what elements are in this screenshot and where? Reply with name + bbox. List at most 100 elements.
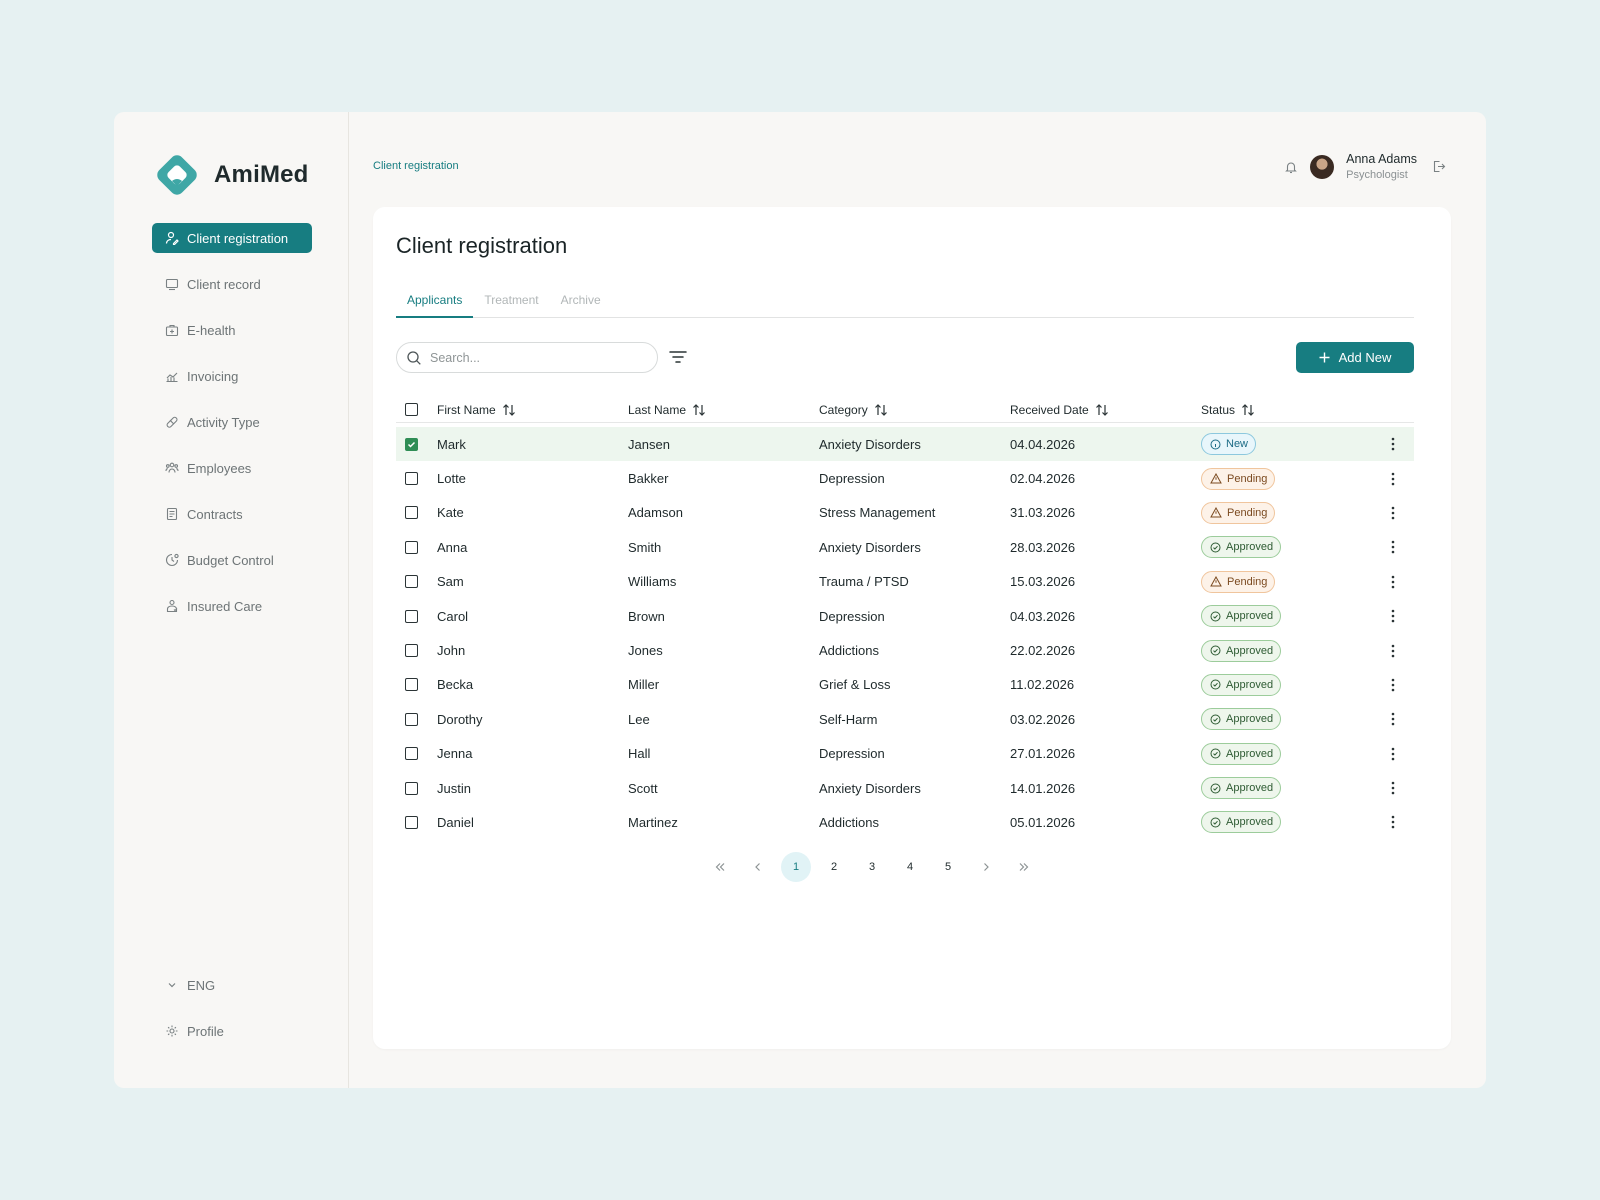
row-checkbox[interactable] <box>405 712 418 726</box>
sidebar-item-client-record[interactable]: Client record <box>152 269 312 299</box>
bell-icon[interactable] <box>1284 160 1298 174</box>
row-menu-button[interactable] <box>1372 506 1414 520</box>
table-row[interactable]: Sam Williams Trauma / PTSD 15.03.2026 Pendin… <box>396 565 1414 599</box>
row-menu-button[interactable] <box>1372 678 1414 692</box>
row-menu-button[interactable] <box>1372 540 1414 554</box>
last-page-button[interactable] <box>1009 852 1039 882</box>
page-button-1[interactable]: 1 <box>781 852 811 882</box>
sidebar-item-client-registration[interactable]: Client registration <box>152 223 312 253</box>
filter-button[interactable] <box>668 348 688 366</box>
column-header-first-name[interactable]: First Name <box>437 403 628 417</box>
row-checkbox[interactable] <box>405 540 418 554</box>
row-menu-button[interactable] <box>1372 815 1414 829</box>
more-vertical-icon <box>1391 541 1395 554</box>
sort-icon[interactable] <box>1095 403 1109 416</box>
page-button-5[interactable]: 5 <box>933 852 963 882</box>
warning-icon <box>1210 576 1222 587</box>
table-header: First Name Last Name Category Received D… <box>396 397 1414 423</box>
page-button-2[interactable]: 2 <box>819 852 849 882</box>
select-all-checkbox[interactable] <box>405 403 418 416</box>
table-row[interactable]: Anna Smith Anxiety Disorders 28.03.2026 Appr… <box>396 530 1414 564</box>
sidebar-bottom: ENG Profile <box>152 970 312 1062</box>
language-selector[interactable]: ENG <box>152 970 312 1000</box>
table-row[interactable]: Justin Scott Anxiety Disorders 14.01.2026 Ap… <box>396 771 1414 805</box>
received-date-cell: 27.01.2026 <box>1010 746 1076 762</box>
search-box <box>396 342 658 373</box>
row-checkbox[interactable] <box>405 781 418 795</box>
first-name-cell: Sam <box>437 574 464 590</box>
table-row[interactable]: Jenna Hall Depression 27.01.2026 Approved <box>396 737 1414 771</box>
info-icon <box>1210 439 1221 450</box>
page-button-4[interactable]: 4 <box>895 852 925 882</box>
row-menu-button[interactable] <box>1372 712 1414 726</box>
tab-bar: Applicants Treatment Archive <box>396 293 1414 318</box>
table-row[interactable]: Carol Brown Depression 04.03.2026 Approved <box>396 599 1414 633</box>
sidebar-item-employees[interactable]: Employees <box>152 453 312 483</box>
column-header-category[interactable]: Category <box>819 403 1010 417</box>
user-info[interactable]: Anna Adams Psychologist <box>1346 152 1417 181</box>
column-header-status[interactable]: Status <box>1201 403 1372 417</box>
sidebar-item-budget-control[interactable]: Budget Control <box>152 545 312 575</box>
table-row[interactable]: Mark Jansen Anxiety Disorders 04.04.2026 New <box>396 427 1414 462</box>
sidebar-item-activity-type[interactable]: Activity Type <box>152 407 312 437</box>
check-circle-icon <box>1210 817 1221 828</box>
table-row[interactable]: Daniel Martinez Addictions 05.01.2026 Approv… <box>396 805 1414 839</box>
sidebar-item-invoicing[interactable]: Invoicing <box>152 361 312 391</box>
sort-icon[interactable] <box>874 403 888 416</box>
column-header-last-name[interactable]: Last Name <box>628 403 819 417</box>
sort-icon[interactable] <box>692 403 706 416</box>
next-page-button[interactable] <box>971 852 1001 882</box>
double-chevron-left-icon <box>715 863 725 871</box>
row-menu-button[interactable] <box>1372 781 1414 795</box>
table-row[interactable]: Dorothy Lee Self-Harm 03.02.2026 Approved <box>396 702 1414 736</box>
check-circle-icon <box>1210 611 1221 622</box>
sidebar-item-e-health[interactable]: E-health <box>152 315 312 345</box>
row-menu-button[interactable] <box>1372 437 1414 451</box>
row-checkbox[interactable] <box>405 472 418 486</box>
row-menu-button[interactable] <box>1372 575 1414 589</box>
table-row[interactable]: John Jones Addictions 22.02.2026 Approved <box>396 633 1414 667</box>
more-vertical-icon <box>1391 644 1395 657</box>
brand[interactable]: AmiMed <box>152 150 309 200</box>
row-menu-button[interactable] <box>1372 644 1414 658</box>
sidebar-item-label: Employees <box>187 460 252 476</box>
add-new-button[interactable]: Add New <box>1296 342 1414 373</box>
tab-applicants[interactable]: Applicants <box>396 293 474 318</box>
row-checkbox[interactable] <box>405 678 418 692</box>
tab-treatment[interactable]: Treatment <box>473 293 549 318</box>
row-checkbox[interactable] <box>405 506 418 520</box>
sidebar-item-profile[interactable]: Profile <box>152 1016 312 1046</box>
more-vertical-icon <box>1391 609 1395 623</box>
avatar[interactable] <box>1310 154 1335 179</box>
row-menu-button[interactable] <box>1372 472 1414 486</box>
first-page-button[interactable] <box>705 852 735 882</box>
row-checkbox[interactable] <box>405 575 418 589</box>
row-checkbox[interactable] <box>405 815 418 829</box>
table-row[interactable]: Becka Miller Grief & Loss 11.02.2026 Approve… <box>396 668 1414 702</box>
prev-page-button[interactable] <box>743 852 773 882</box>
row-menu-button[interactable] <box>1372 747 1414 761</box>
filter-icon <box>669 351 687 363</box>
category-cell: Grief & Loss <box>819 677 891 693</box>
sidebar-item-contracts[interactable]: Contracts <box>152 499 312 529</box>
breadcrumb[interactable]: Client registration <box>373 160 459 172</box>
table-row[interactable]: Lotte Bakker Depression 02.04.2026 Pending <box>396 461 1414 495</box>
tab-archive[interactable]: Archive <box>550 293 612 318</box>
column-header-received-date[interactable]: Received Date <box>1010 403 1201 417</box>
plus-icon <box>1319 352 1330 363</box>
page-button-3[interactable]: 3 <box>857 852 887 882</box>
sort-icon[interactable] <box>502 403 516 416</box>
sort-icon[interactable] <box>1241 403 1255 416</box>
sidebar-item-insured-care[interactable]: Insured Care <box>152 591 312 621</box>
row-checkbox[interactable] <box>405 747 418 761</box>
sidebar-item-label: Client registration <box>187 230 289 246</box>
search-input[interactable] <box>430 350 640 365</box>
row-checkbox[interactable] <box>405 644 418 658</box>
more-vertical-icon <box>1391 678 1395 692</box>
table-row[interactable]: Kate Adamson Stress Management 31.03.2026 Pe… <box>396 496 1414 530</box>
row-checkbox[interactable] <box>405 437 418 451</box>
row-menu-button[interactable] <box>1372 609 1414 623</box>
row-checkbox[interactable] <box>405 609 418 623</box>
first-name-cell: Kate <box>437 505 464 521</box>
logout-icon[interactable] <box>1431 159 1446 174</box>
